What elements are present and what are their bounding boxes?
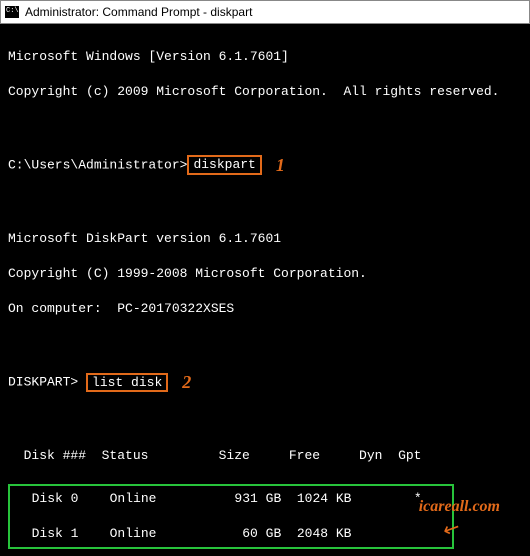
dp-info: On computer: PC-20170322XSES [8,300,522,318]
terminal-output: Microsoft Windows [Version 6.1.7601] Cop… [0,24,530,556]
header-line: Copyright (c) 2009 Microsoft Corporation… [8,83,522,101]
disk-table-highlight: Disk 0 Online 931 GB 1024 KB * Disk 1 On… [8,484,454,549]
window-titlebar: Administrator: Command Prompt - diskpart [0,0,530,24]
prompt-path: C:\Users\Administrator> [8,157,187,172]
dp-info: Microsoft DiskPart version 6.1.7601 [8,230,522,248]
dp-prompt: DISKPART> [8,375,78,390]
cmd-icon [5,6,19,18]
watermark: icareall.com [419,498,500,516]
cmd-list-disk: list disk [86,373,168,393]
header-line: Microsoft Windows [Version 6.1.7601] [8,48,522,66]
step-number: 2 [182,372,191,392]
cmd-diskpart: diskpart [187,155,261,175]
step-number: 1 [276,155,285,175]
table-row: Disk 0 Online 931 GB 1024 KB * [16,490,446,508]
table-header: Disk ### Status Size Free Dyn Gpt [8,447,522,465]
window-title: Administrator: Command Prompt - diskpart [25,5,252,19]
table-row: Disk 1 Online 60 GB 2048 KB [16,525,446,543]
dp-info: Copyright (C) 1999-2008 Microsoft Corpor… [8,265,522,283]
